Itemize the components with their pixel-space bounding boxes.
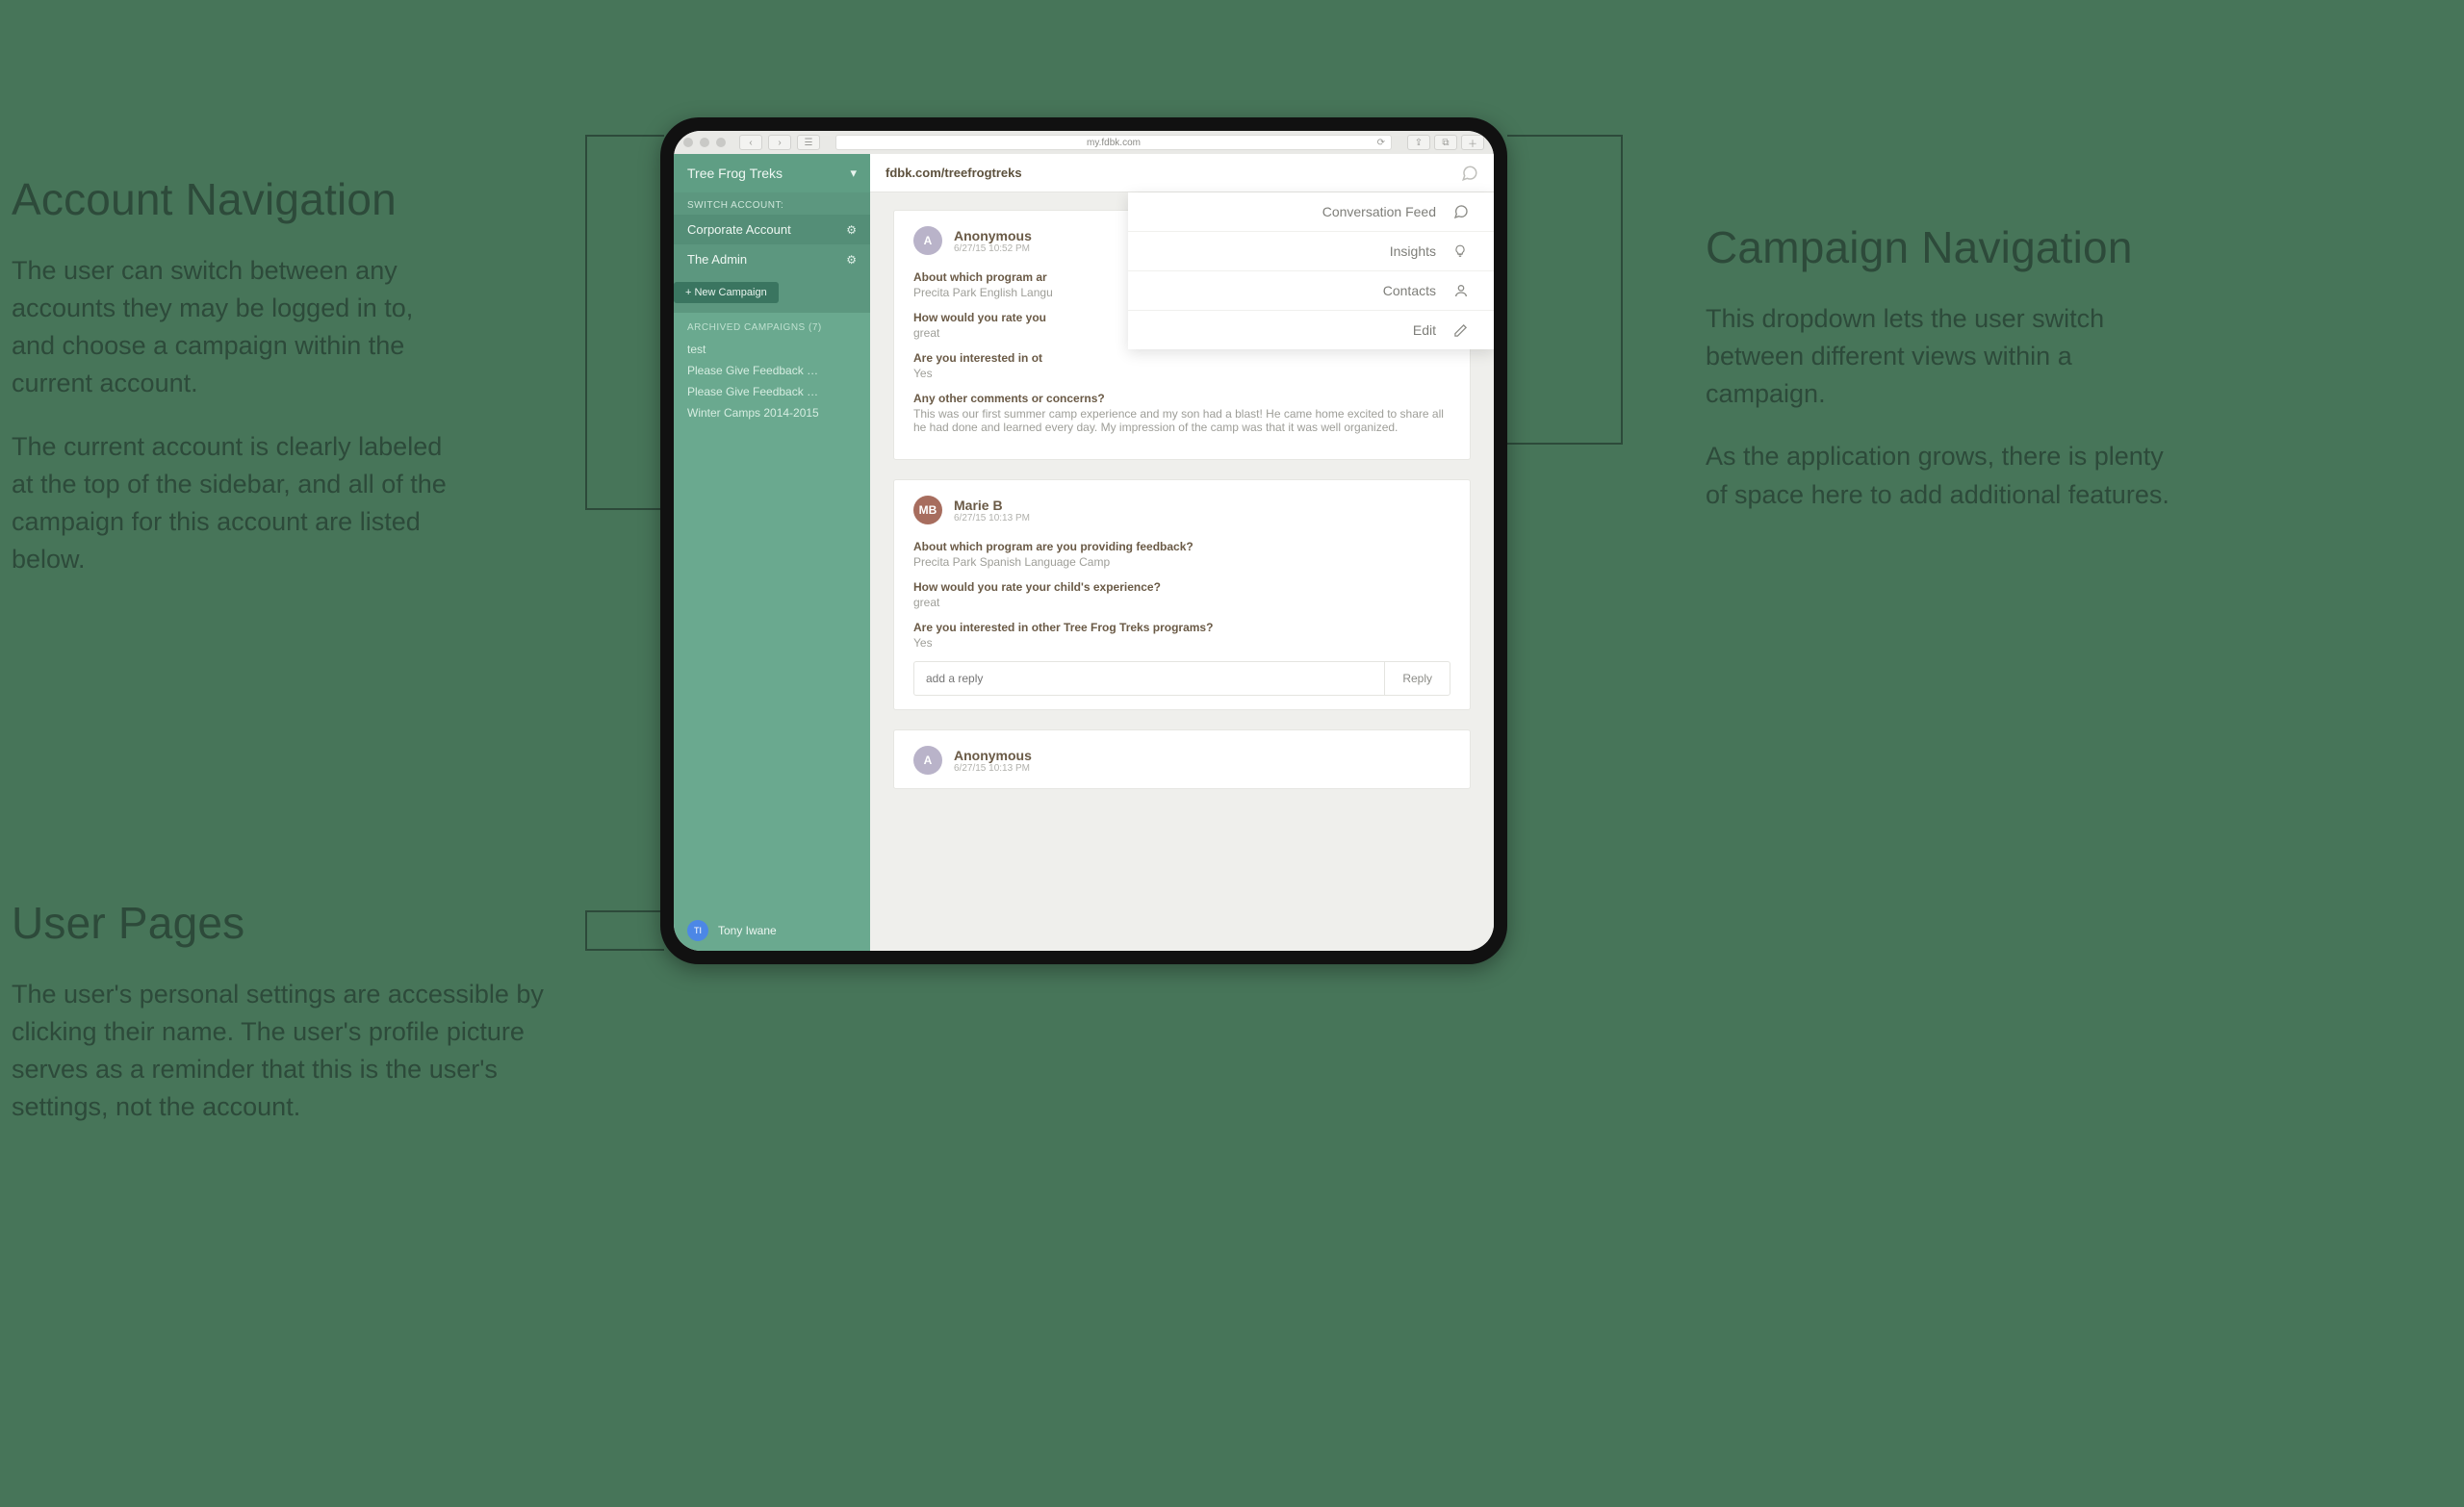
archived-campaigns-group: ARCHIVED CAMPAIGNS (7) test Please Give … xyxy=(674,313,870,423)
respondent-name: Anonymous xyxy=(954,228,1032,243)
sidebar-item-campaign[interactable]: Winter Camps 2014-2015 xyxy=(674,402,870,423)
answer: great xyxy=(913,596,1450,609)
feedback-card: A Anonymous 6/27/15 10:13 PM xyxy=(893,729,1471,789)
person-icon xyxy=(1453,283,1471,298)
annotation-line xyxy=(585,508,664,510)
traffic-light[interactable] xyxy=(700,138,709,147)
sidebar-toggle-button[interactable]: ☰ xyxy=(797,135,820,150)
annotation-line xyxy=(1621,135,1623,445)
gear-icon[interactable]: ⚙ xyxy=(846,253,857,267)
annotation-line xyxy=(1507,135,1623,137)
sidebar-item-campaign[interactable]: Please Give Feedback … xyxy=(674,381,870,402)
sidebar-item-corporate-account[interactable]: Corporate Account ⚙ xyxy=(674,215,870,244)
annotation-text: As the application grows, there is plent… xyxy=(1706,438,2187,513)
dropdown-item-edit[interactable]: Edit xyxy=(1128,311,1494,349)
annotation-title: User Pages xyxy=(12,897,551,949)
answer: Precita Park Spanish Language Camp xyxy=(913,555,1450,569)
main: fdbk.com/treefrogtreks Conversation Feed xyxy=(870,154,1494,951)
dropdown-item-insights[interactable]: Insights xyxy=(1128,232,1494,271)
question: How would you rate your child's experien… xyxy=(913,580,1450,594)
avatar: A xyxy=(913,746,942,775)
sidebar-item-campaign[interactable]: Please Give Feedback … xyxy=(674,360,870,381)
dropdown-label: Conversation Feed xyxy=(1322,204,1436,219)
annotation-line xyxy=(585,910,587,951)
annotation-campaign-nav: Campaign Navigation This dropdown lets t… xyxy=(1706,221,2187,539)
switch-account-group: SWITCH ACCOUNT: Corporate Account ⚙ The … xyxy=(674,192,870,313)
address-bar[interactable]: my.fdbk.com ⟳ xyxy=(835,135,1392,150)
window-controls xyxy=(683,138,726,147)
feedback-card: MB Marie B 6/27/15 10:13 PM About which … xyxy=(893,479,1471,710)
chevron-down-icon: ▾ xyxy=(850,166,857,181)
annotation-line xyxy=(585,135,587,510)
forward-button[interactable]: › xyxy=(768,135,791,150)
annotation-text: This dropdown lets the user switch betwe… xyxy=(1706,300,2187,413)
annotation-line xyxy=(585,135,664,137)
answer: This was our first summer camp experienc… xyxy=(913,407,1450,434)
switch-account-label: SWITCH ACCOUNT: xyxy=(674,192,870,215)
campaign-nav-dropdown: Conversation Feed Insights Contacts xyxy=(1128,192,1494,349)
url-text: my.fdbk.com xyxy=(1087,138,1141,148)
app: Tree Frog Treks ▾ SWITCH ACCOUNT: Corpor… xyxy=(674,154,1494,951)
tablet-frame: ‹ › ☰ my.fdbk.com ⟳ ⇪ ⧉ ＋ Tree Frog Trek… xyxy=(660,117,1507,964)
share-button[interactable]: ⇪ xyxy=(1407,135,1430,150)
annotation-user-pages: User Pages The user's personal settings … xyxy=(12,897,551,1152)
user-settings-link[interactable]: TI Tony Iwane xyxy=(674,910,870,951)
reply-button[interactable]: Reply xyxy=(1384,661,1450,696)
account-name: Corporate Account xyxy=(687,222,791,237)
respondent-name: Anonymous xyxy=(954,748,1032,763)
campaign-topbar: fdbk.com/treefrogtreks xyxy=(870,154,1494,192)
new-campaign-button[interactable]: + New Campaign xyxy=(674,282,779,303)
answer: Yes xyxy=(913,636,1450,650)
sidebar: Tree Frog Treks ▾ SWITCH ACCOUNT: Corpor… xyxy=(674,154,870,951)
avatar: MB xyxy=(913,496,942,524)
lightbulb-icon xyxy=(1453,243,1471,259)
annotation-line xyxy=(1507,443,1623,445)
new-tab-button[interactable]: ＋ xyxy=(1461,135,1484,150)
question: Are you interested in other Tree Frog Tr… xyxy=(913,621,1450,634)
dropdown-label: Insights xyxy=(1390,243,1436,259)
dropdown-label: Edit xyxy=(1413,322,1436,338)
user-name: Tony Iwane xyxy=(718,924,777,937)
timestamp: 6/27/15 10:13 PM xyxy=(954,513,1030,524)
chat-bubble-icon xyxy=(1453,204,1471,219)
sidebar-item-the-admin[interactable]: The Admin ⚙ xyxy=(674,244,870,274)
campaign-url: fdbk.com/treefrogtreks xyxy=(886,166,1022,180)
question: About which program are you providing fe… xyxy=(913,540,1450,553)
question: Are you interested in ot xyxy=(913,351,1450,365)
annotation-line xyxy=(585,949,664,951)
annotation-title: Account Navigation xyxy=(12,173,454,225)
refresh-icon[interactable]: ⟳ xyxy=(1377,138,1385,148)
account-name: The Admin xyxy=(687,252,747,267)
account-switcher[interactable]: Tree Frog Treks ▾ xyxy=(674,154,870,192)
tabs-button[interactable]: ⧉ xyxy=(1434,135,1457,150)
annotation-line xyxy=(585,910,664,912)
timestamp: 6/27/15 10:13 PM xyxy=(954,763,1032,774)
chat-bubble-icon[interactable] xyxy=(1461,165,1478,182)
respondent-name: Marie B xyxy=(954,498,1030,513)
traffic-light[interactable] xyxy=(683,138,693,147)
back-button[interactable]: ‹ xyxy=(739,135,762,150)
annotation-text: The user can switch between any accounts… xyxy=(12,252,454,403)
dropdown-item-contacts[interactable]: Contacts xyxy=(1128,271,1494,311)
annotation-text: The user's personal settings are accessi… xyxy=(12,976,551,1127)
traffic-light[interactable] xyxy=(716,138,726,147)
dropdown-label: Contacts xyxy=(1383,283,1436,298)
dropdown-item-conversation-feed[interactable]: Conversation Feed xyxy=(1128,192,1494,232)
pencil-icon xyxy=(1453,323,1471,338)
browser-titlebar: ‹ › ☰ my.fdbk.com ⟳ ⇪ ⧉ ＋ xyxy=(674,131,1494,154)
screen: ‹ › ☰ my.fdbk.com ⟳ ⇪ ⧉ ＋ Tree Frog Trek… xyxy=(674,131,1494,951)
reply-input[interactable] xyxy=(913,661,1384,696)
answer: Yes xyxy=(913,367,1450,380)
avatar: TI xyxy=(687,920,708,941)
timestamp: 6/27/15 10:52 PM xyxy=(954,243,1032,254)
question: Any other comments or concerns? xyxy=(913,392,1450,405)
annotation-text: The current account is clearly labeled a… xyxy=(12,428,454,579)
avatar: A xyxy=(913,226,942,255)
archived-label: ARCHIVED CAMPAIGNS (7) xyxy=(674,313,870,339)
current-account-name: Tree Frog Treks xyxy=(687,166,783,181)
annotation-account-nav: Account Navigation The user can switch b… xyxy=(12,173,454,603)
sidebar-item-campaign[interactable]: test xyxy=(674,339,870,360)
annotation-title: Campaign Navigation xyxy=(1706,221,2187,273)
gear-icon[interactable]: ⚙ xyxy=(846,223,857,237)
